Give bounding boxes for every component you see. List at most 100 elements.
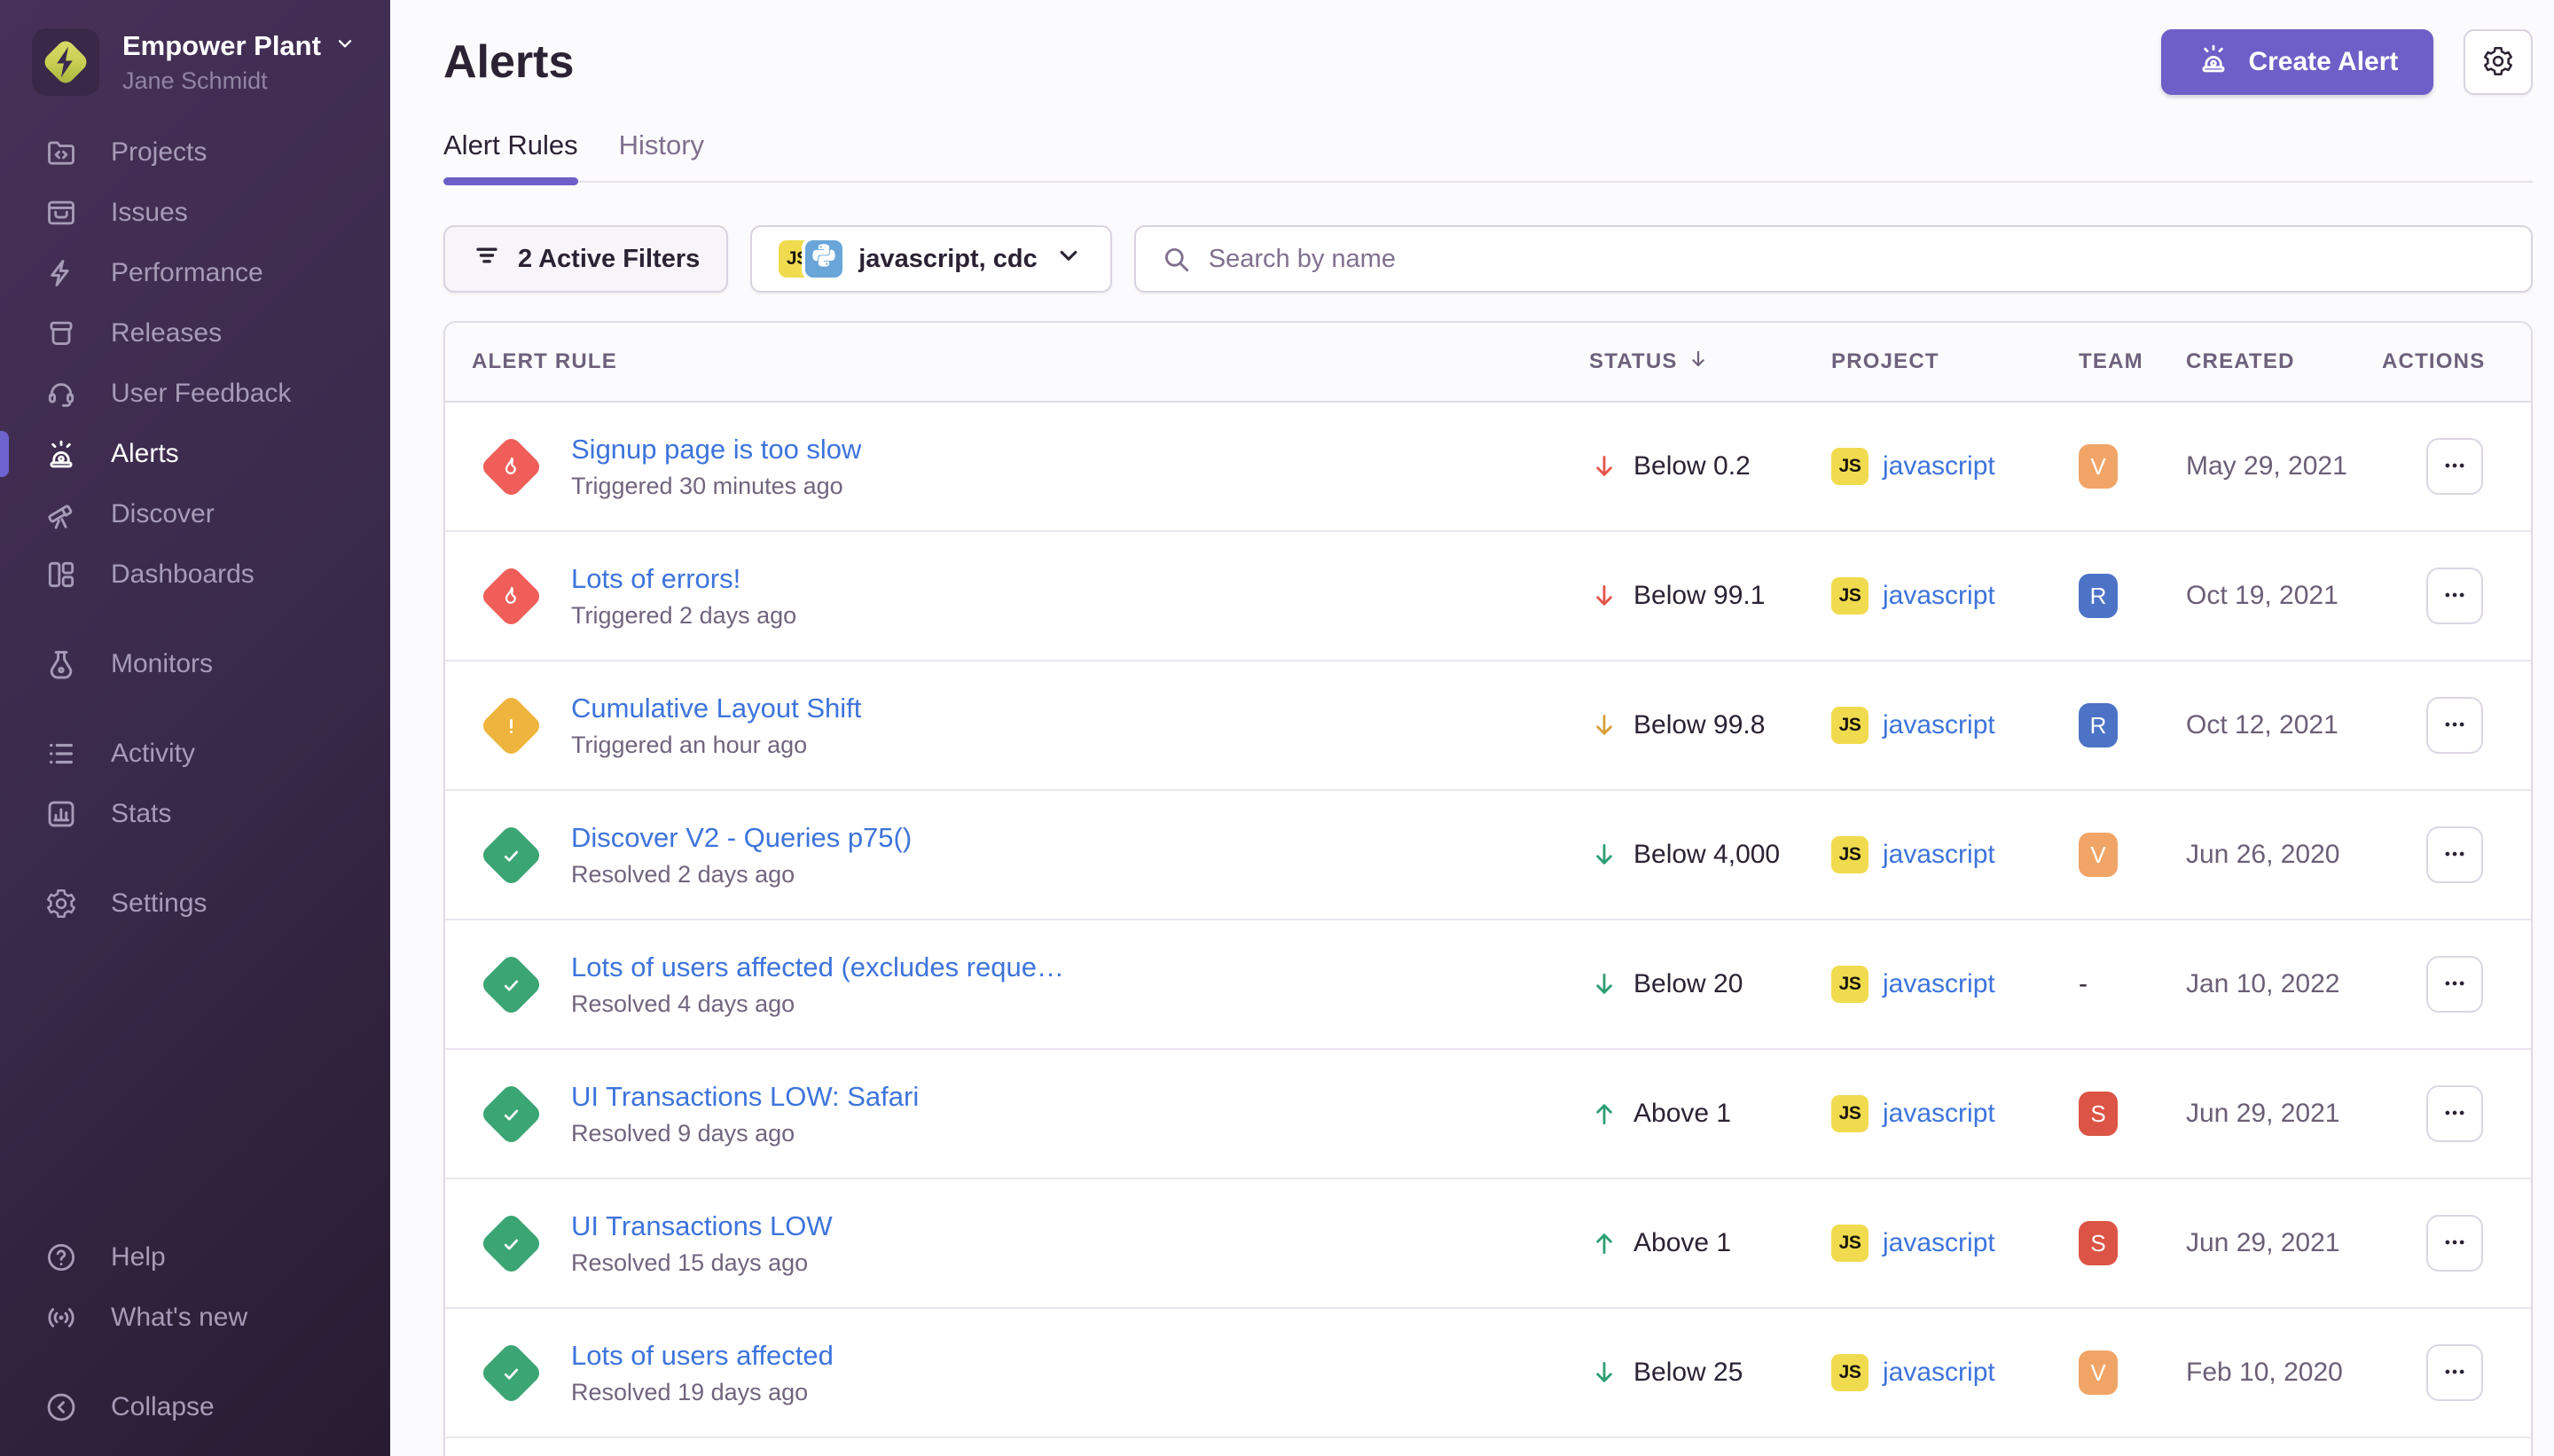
project-link[interactable]: javascript xyxy=(1883,1099,1995,1129)
alert-settings-button[interactable] xyxy=(2464,29,2533,95)
alert-rule-cell: Cumulative Layout ShiftTriggered an hour… xyxy=(472,693,1589,759)
team-avatar[interactable]: S xyxy=(2079,1092,2118,1136)
javascript-platform-icon: JS xyxy=(1831,1354,1868,1391)
page-header: Alerts Create Alert xyxy=(443,27,2533,98)
sidebar-footer: HelpWhat's new Collapse xyxy=(0,1227,390,1437)
sidebar-item-discover[interactable]: Discover xyxy=(0,484,390,544)
sidebar-item-activity[interactable]: Activity xyxy=(0,724,390,784)
column-header-created[interactable]: CREATED xyxy=(2186,349,2382,374)
team-avatar[interactable]: R xyxy=(2079,574,2118,618)
active-filters-button[interactable]: 2 Active Filters xyxy=(443,225,728,293)
sidebar-item-issues[interactable]: Issues xyxy=(0,183,390,243)
team-cell: V xyxy=(2079,444,2186,489)
column-header-alert-rule[interactable]: ALERT RULE xyxy=(472,349,1589,374)
alert-rule-cell: UI Transactions LOW: SafariResolved 9 da… xyxy=(472,1081,1589,1147)
user-feedback-icon xyxy=(44,377,78,411)
row-actions-button[interactable] xyxy=(2426,1344,2483,1401)
sidebar-item-what-s-new[interactable]: What's new xyxy=(0,1288,390,1348)
alert-rule-link[interactable]: Lots of users affected (excludes reque… xyxy=(571,951,1064,983)
team-avatar[interactable]: V xyxy=(2079,833,2118,877)
javascript-platform-icon: JS xyxy=(1831,1095,1868,1132)
alert-rule-link[interactable]: UI Transactions LOW xyxy=(571,1210,833,1242)
project-selector-dropdown[interactable]: JS javascript, cdc xyxy=(750,225,1112,293)
project-link[interactable]: javascript xyxy=(1883,1228,1995,1258)
sidebar-item-collapse[interactable]: Collapse xyxy=(0,1377,390,1437)
sidebar-item-label: Settings xyxy=(111,888,207,919)
whats-new-icon xyxy=(44,1301,78,1335)
alert-rule-link[interactable]: Signup page is too slow xyxy=(571,434,861,466)
sidebar-item-label: Dashboards xyxy=(111,560,255,590)
sidebar-item-projects[interactable]: Projects xyxy=(0,122,390,183)
fire-icon xyxy=(497,583,524,609)
project-link[interactable]: javascript xyxy=(1883,840,1995,870)
create-alert-button[interactable]: Create Alert xyxy=(2161,29,2433,95)
javascript-platform-icon: JS xyxy=(1831,448,1868,485)
status-value: Above 1 xyxy=(1633,1228,1731,1258)
sidebar-item-settings[interactable]: Settings xyxy=(0,873,390,934)
javascript-platform-icon: JS xyxy=(1831,577,1868,614)
sidebar-item-releases[interactable]: Releases xyxy=(0,303,390,364)
project-link[interactable]: javascript xyxy=(1883,1358,1995,1388)
team-avatar[interactable]: S xyxy=(2079,1221,2118,1265)
project-link[interactable]: javascript xyxy=(1883,969,1995,999)
team-cell: S xyxy=(2079,1092,2186,1136)
project-link[interactable]: javascript xyxy=(1883,581,1995,611)
team-none: - xyxy=(2079,969,2088,998)
created-date: Jun 26, 2020 xyxy=(2186,840,2382,870)
project-link[interactable]: javascript xyxy=(1883,710,1995,740)
org-switcher[interactable]: Empower Plant Jane Schmidt xyxy=(0,0,390,115)
status-value: Below 99.1 xyxy=(1633,581,1765,611)
sidebar-item-help[interactable]: Help xyxy=(0,1227,390,1288)
app-window: Empower Plant Jane Schmidt ProjectsIssue… xyxy=(0,0,2554,1456)
sidebar-item-label: Releases xyxy=(111,318,222,348)
status-cell: Below 99.1 xyxy=(1589,581,1831,611)
actions-cell xyxy=(2382,1085,2504,1142)
alert-rule-link[interactable]: UI Transactions LOW: Safari xyxy=(571,1081,919,1113)
alert-rule-detail: Resolved 2 days ago xyxy=(571,861,912,888)
column-header-status[interactable]: STATUS xyxy=(1589,348,1831,377)
collapse-icon xyxy=(44,1390,78,1424)
alert-rules-table: ALERT RULE STATUS PROJECT TEAM CREATED A… xyxy=(443,321,2533,1456)
column-header-team[interactable]: TEAM xyxy=(2079,349,2186,374)
alert-rule-link[interactable]: Cumulative Layout Shift xyxy=(571,693,861,724)
row-actions-button[interactable] xyxy=(2426,956,2483,1013)
activity-icon xyxy=(44,737,78,771)
sort-desc-icon xyxy=(1687,348,1710,377)
tab-history[interactable]: History xyxy=(619,129,704,181)
row-actions-button[interactable] xyxy=(2426,568,2483,624)
column-header-project[interactable]: PROJECT xyxy=(1831,349,2079,374)
sidebar-item-user-feedback[interactable]: User Feedback xyxy=(0,364,390,424)
row-actions-button[interactable] xyxy=(2426,826,2483,883)
sidebar-item-stats[interactable]: Stats xyxy=(0,784,390,844)
org-logo-icon xyxy=(32,28,99,96)
row-actions-button[interactable] xyxy=(2426,1085,2483,1142)
sidebar-item-performance[interactable]: Performance xyxy=(0,243,390,303)
project-link[interactable]: javascript xyxy=(1883,451,1995,481)
table-row: Lots of users affected (excludes reque…R… xyxy=(445,920,2531,1050)
resolved-status-icon xyxy=(479,823,543,887)
sidebar-item-monitors[interactable]: Monitors xyxy=(0,634,390,694)
alert-rule-detail: Resolved 15 days ago xyxy=(571,1249,833,1277)
sidebar-item-alerts[interactable]: Alerts xyxy=(0,424,390,484)
trend-down-icon xyxy=(1589,710,1619,740)
alert-rule-link[interactable]: Discover V2 - Queries p75() xyxy=(571,822,912,854)
filter-bar: 2 Active Filters JS javascript, cdc xyxy=(443,225,2533,293)
sidebar-item-dashboards[interactable]: Dashboards xyxy=(0,544,390,605)
team-avatar[interactable]: R xyxy=(2079,703,2118,748)
discover-icon xyxy=(44,497,78,531)
search-input[interactable] xyxy=(1209,245,2507,274)
alert-rule-link[interactable]: Lots of errors! xyxy=(571,563,796,595)
row-actions-button[interactable] xyxy=(2426,438,2483,495)
gear-icon xyxy=(2481,44,2515,81)
project-cell: JS javascript xyxy=(1831,1095,2079,1132)
team-avatar[interactable]: V xyxy=(2079,444,2118,489)
alert-rule-link[interactable]: Lots of users affected xyxy=(571,1340,834,1372)
team-avatar[interactable]: V xyxy=(2079,1350,2118,1395)
tab-alert-rules[interactable]: Alert Rules xyxy=(443,129,578,181)
row-actions-button[interactable] xyxy=(2426,1215,2483,1272)
row-actions-button[interactable] xyxy=(2426,697,2483,754)
sidebar-item-label: Activity xyxy=(111,739,195,769)
javascript-platform-icon: JS xyxy=(1831,707,1868,744)
ellipsis-icon xyxy=(2441,1229,2468,1258)
ellipsis-icon xyxy=(2441,711,2468,740)
